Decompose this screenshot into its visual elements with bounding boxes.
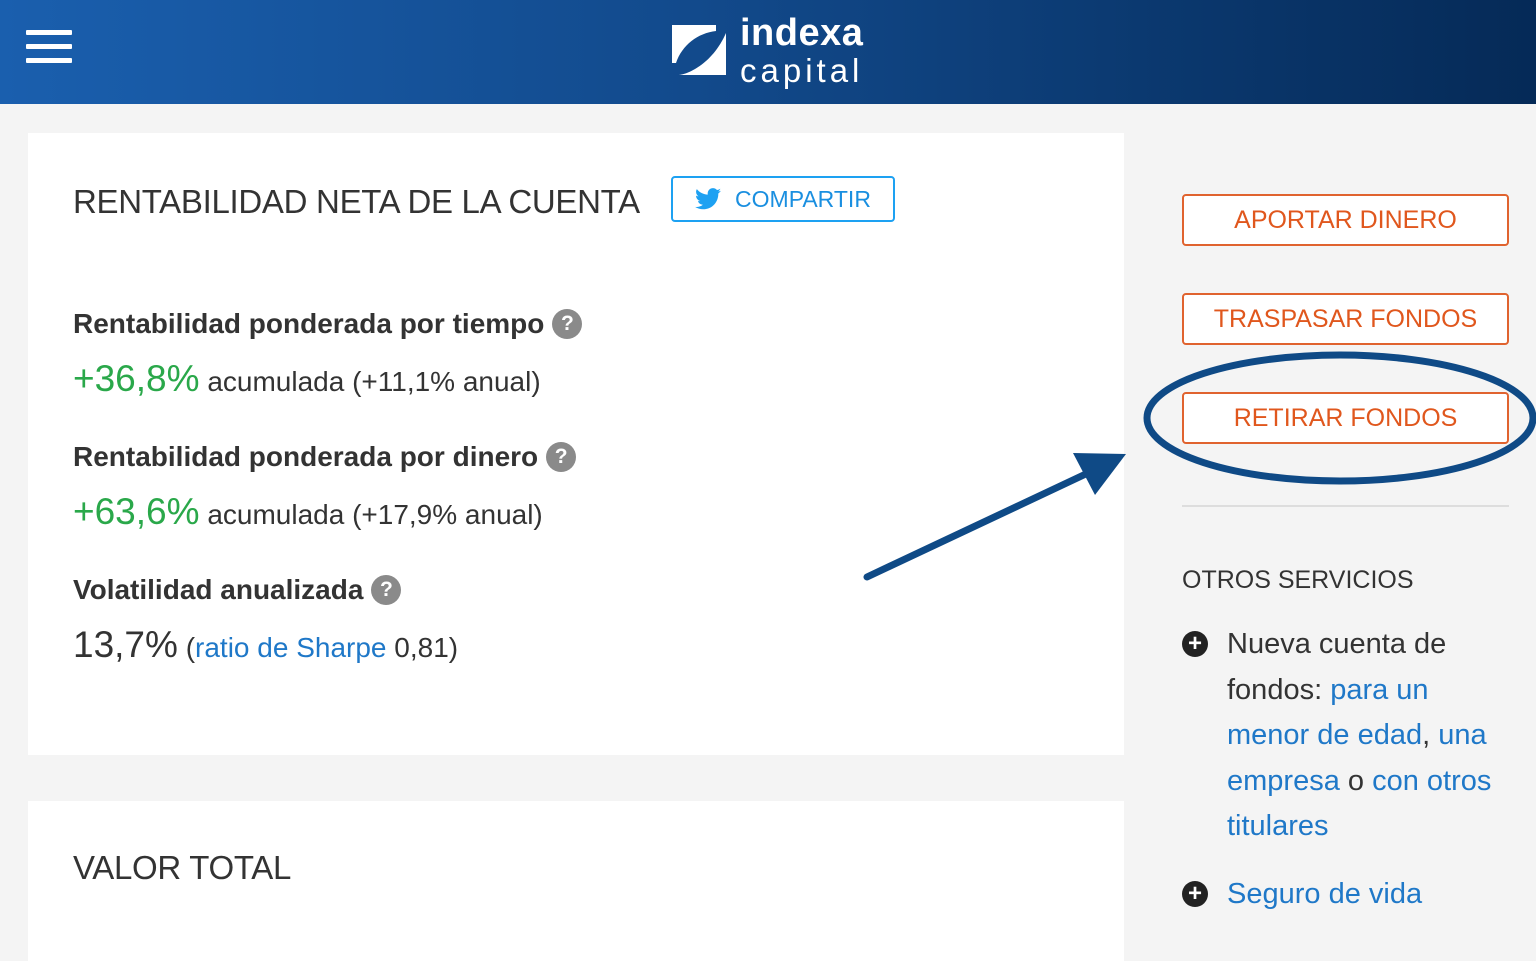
separator-comma: , [1422,719,1431,751]
money-weighted-detail: acumulada (+17,9% anual) [207,499,543,530]
twitter-icon [695,188,722,210]
logo-icon [672,25,726,75]
returns-title: RENTABILIDAD NETA DE LA CUENTA [73,183,640,220]
deposit-money-button[interactable]: APORTAR DINERO [1182,194,1509,246]
top-header: indexa capital [0,0,1536,104]
total-value-title: VALOR TOTAL [73,849,291,886]
returns-card: RENTABILIDAD NETA DE LA CUENTA COMPARTIR… [28,133,1124,755]
share-button-label: COMPARTIR [735,185,871,212]
time-weighted-detail: acumulada (+11,1% anual) [207,366,541,397]
money-weighted-value: +63,6% [73,491,200,532]
brand-logo[interactable]: indexa capital [668,10,863,90]
volatility: Volatilidad anualizada ? 13,7% (ratio de… [73,574,458,666]
help-icon[interactable]: ? [552,309,583,339]
plus-circle-icon: + [1182,881,1208,907]
life-insurance-link[interactable]: Seguro de vida [1227,878,1422,910]
withdraw-funds-button[interactable]: RETIRAR FONDOS [1182,392,1509,444]
help-icon[interactable]: ? [546,442,577,472]
volatility-value: 13,7% [73,624,178,665]
money-weighted-return: Rentabilidad ponderada por dinero ? +63,… [73,441,577,533]
time-weighted-value: +36,8% [73,358,200,399]
volatility-paren: ( [185,632,196,663]
share-button[interactable]: COMPARTIR [671,176,895,222]
brand-name-line2: capital [740,51,864,89]
sidebar-divider [1182,505,1509,507]
help-icon[interactable]: ? [371,575,402,605]
transfer-funds-button[interactable]: TRASPASAR FONDOS [1182,293,1509,345]
time-weighted-return: Rentabilidad ponderada por tiempo ? +36,… [73,308,583,400]
plus-circle-icon: + [1182,631,1208,657]
separator-or: o [1347,764,1365,797]
service-new-account: + Nueva cuenta de fondos: para un menor … [1182,622,1512,850]
time-weighted-label: Rentabilidad ponderada por tiempo [73,308,545,339]
menu-icon[interactable] [26,30,72,66]
total-value-card: VALOR TOTAL [28,801,1124,961]
service-life-insurance: + Seguro de vida [1182,872,1512,918]
volatility-label: Volatilidad anualizada [73,574,364,605]
brand-name-line1: indexa [740,11,864,54]
other-services-title: OTROS SERVICIOS [1182,566,1414,594]
sharpe-ratio-value: 0,81) [394,632,459,663]
sharpe-ratio-link[interactable]: ratio de Sharpe [195,632,386,663]
money-weighted-label: Rentabilidad ponderada por dinero [73,441,539,472]
